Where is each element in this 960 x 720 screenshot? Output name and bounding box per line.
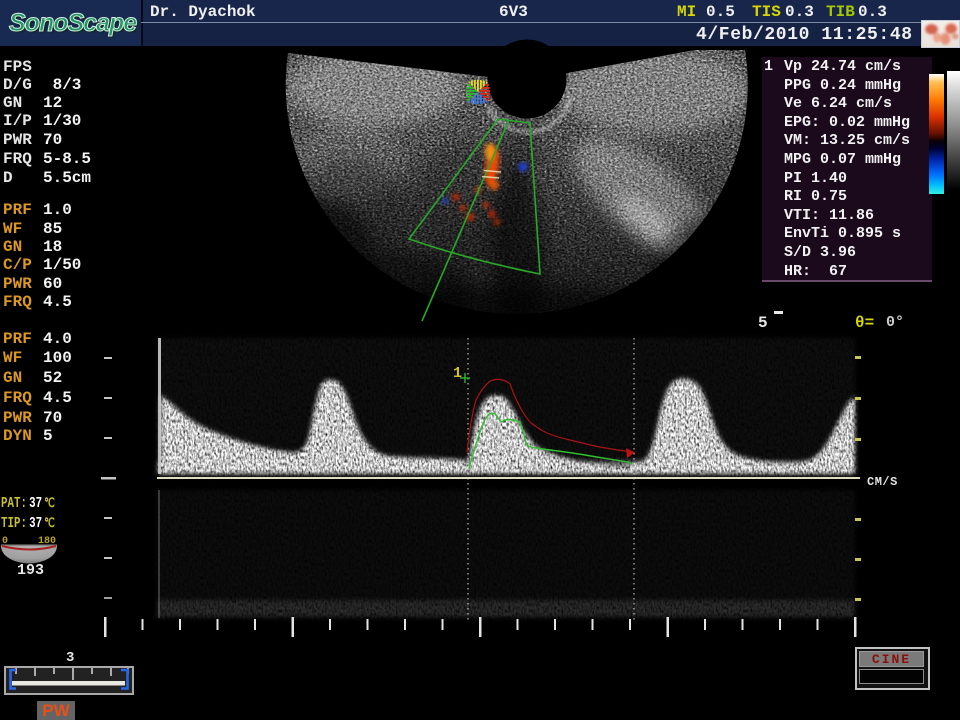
svg-text:180: 180 xyxy=(38,536,56,547)
svg-text:0: 0 xyxy=(2,536,8,547)
svg-text:1: 1 xyxy=(453,365,462,382)
